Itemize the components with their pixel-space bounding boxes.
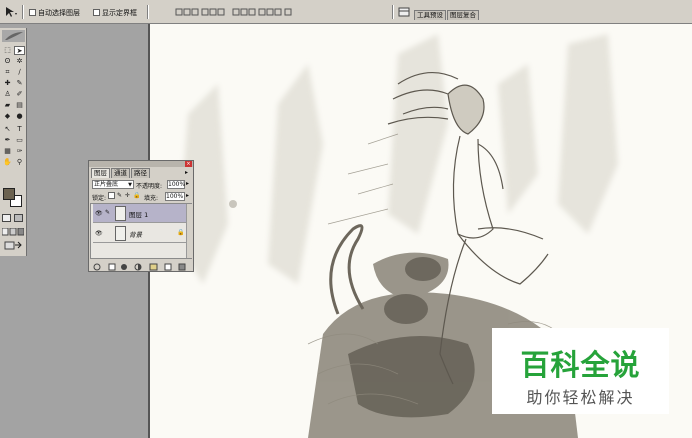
quick-mask-icon[interactable]	[14, 214, 23, 222]
panel-titlebar[interactable]	[89, 161, 193, 167]
show-transform-label: 显示定界框	[102, 9, 137, 17]
move-tool-preset-icon[interactable]	[4, 6, 18, 18]
tab-layers[interactable]: 图层	[91, 168, 110, 178]
toolbox: ⬚ ➤ ʘ ✲ ⌗ ∕ ✚ ✎ ♙ ✐ ▰ ▤ ◆ ● ↖ T ✒ ▭ ▦ ✑ …	[0, 28, 27, 256]
fill-slider-arrow-icon[interactable]: ▸	[186, 192, 189, 199]
layer-name: 背景	[129, 231, 142, 239]
watermark-box: 百科全说 助你轻松解决	[492, 328, 669, 414]
history-brush-tool-icon[interactable]: ✐	[14, 90, 25, 99]
palette-well-icon[interactable]	[398, 6, 410, 18]
fill-field[interactable]: 100%	[165, 192, 185, 201]
distribute-buttons	[232, 7, 296, 17]
shape-tool-icon[interactable]: ▭	[14, 136, 25, 145]
lock-image-icon[interactable]: ✎	[117, 192, 124, 199]
panel-tabs: 图层 通道 路径	[91, 168, 151, 178]
magic-wand-tool-icon[interactable]: ✲	[14, 57, 25, 66]
clone-stamp-tool-icon[interactable]: ♙	[2, 90, 13, 99]
lock-label: 锁定:	[92, 195, 107, 202]
tab-channels[interactable]: 通道	[111, 168, 130, 178]
pen-tool-icon[interactable]: ✒	[2, 136, 13, 145]
panel-menu-icon[interactable]: ▸	[185, 169, 192, 177]
layers-scrollbar[interactable]	[186, 204, 192, 258]
watermark-subtitle: 助你轻松解决	[526, 388, 635, 407]
chevron-down-icon: ▼	[128, 182, 132, 188]
notes-tool-icon[interactable]: ▦	[2, 147, 13, 156]
eraser-tool-icon[interactable]: ▰	[2, 101, 13, 110]
blend-mode-select[interactable]: 正片叠底 ▼	[92, 180, 134, 189]
lock-all-icon[interactable]: 🔒	[133, 192, 140, 199]
layers-list: 👁 ✎ 图层 1 👁 背景 🔒	[90, 203, 192, 259]
palette-well-tab-tools[interactable]: 工具预设	[414, 10, 446, 20]
layer-thumbnail	[115, 206, 126, 221]
jump-to-imageready-icon[interactable]	[4, 241, 22, 250]
gradient-tool-icon[interactable]: ▤	[14, 101, 25, 110]
opacity-field[interactable]: 100%	[167, 180, 185, 189]
path-selection-tool-icon[interactable]: ↖	[2, 125, 13, 134]
layers-panel: × 图层 通道 路径 ▸ 正片叠底 ▼ 不透明度: 100% ▸ 锁定: ✎ ✛ 🔒…	[88, 160, 194, 272]
align-buttons	[175, 7, 225, 17]
zoom-tool-icon[interactable]: ⚲	[14, 158, 25, 167]
auto-select-label: 自动选择图层	[38, 9, 80, 17]
tab-paths[interactable]: 路径	[131, 168, 150, 178]
brush-link-icon: ✎	[105, 209, 111, 216]
dodge-tool-icon[interactable]: ●	[14, 112, 25, 121]
toolbar-separator	[147, 5, 149, 19]
panel-bottom-buttons	[93, 263, 191, 271]
auto-select-checkbox[interactable]	[29, 9, 36, 16]
eye-icon[interactable]: 👁	[95, 210, 103, 217]
layer-name: 图层 1	[129, 211, 149, 219]
toolbox-header	[2, 30, 25, 42]
layer-action-icons[interactable]	[93, 263, 191, 271]
type-tool-icon[interactable]: T	[14, 125, 25, 134]
blur-tool-icon[interactable]: ◆	[2, 112, 13, 121]
options-bar: 自动选择图层 显示定界框 工具预设 图层复合	[0, 0, 692, 24]
crop-tool-icon[interactable]: ⌗	[2, 68, 13, 77]
show-transform-checkbox[interactable]	[93, 9, 100, 16]
standard-mode-icon[interactable]	[2, 214, 11, 222]
feather-logo-icon	[5, 32, 23, 40]
watermark-title: 百科全说	[520, 348, 641, 382]
distribute-icons[interactable]	[232, 7, 296, 17]
eyedropper-tool-icon[interactable]: ✑	[14, 147, 25, 156]
brush-tool-icon[interactable]: ✎	[14, 79, 25, 88]
fill-value: 100%	[166, 193, 184, 200]
blend-mode-value: 正片叠底	[94, 181, 119, 188]
hand-tool-icon[interactable]: ✋	[2, 158, 13, 167]
toolbar-separator	[392, 5, 394, 19]
lasso-tool-icon[interactable]: ʘ	[2, 57, 13, 66]
opacity-slider-arrow-icon[interactable]: ▸	[186, 180, 189, 187]
lock-transparent-icon[interactable]	[108, 192, 115, 199]
layer-row[interactable]: 👁 背景 🔒	[93, 224, 186, 243]
foreground-color-swatch[interactable]	[3, 188, 15, 200]
lock-position-icon[interactable]: ✛	[125, 192, 132, 199]
palette-well: 工具预设 图层复合	[414, 10, 480, 20]
eye-icon[interactable]: 👁	[95, 230, 103, 237]
healing-brush-tool-icon[interactable]: ✚	[2, 79, 13, 88]
marquee-tool-icon[interactable]: ⬚	[2, 46, 13, 55]
layer-row[interactable]: 👁 ✎ 图层 1	[93, 204, 186, 223]
screen-mode-buttons[interactable]	[1, 227, 25, 236]
slice-tool-icon[interactable]: ∕	[14, 68, 25, 77]
move-tool-icon[interactable]: ➤	[14, 46, 25, 55]
panel-close-icon[interactable]: ×	[185, 161, 192, 167]
align-icons[interactable]	[175, 7, 225, 17]
opacity-value: 100%	[168, 181, 186, 188]
lock-icon: 🔒	[177, 229, 185, 236]
palette-well-tab-comps[interactable]: 图层复合	[447, 10, 479, 20]
fill-label: 填充:	[144, 195, 159, 202]
layer-thumbnail	[115, 226, 126, 241]
toolbar-separator	[22, 5, 24, 19]
opacity-label: 不透明度:	[136, 183, 163, 190]
